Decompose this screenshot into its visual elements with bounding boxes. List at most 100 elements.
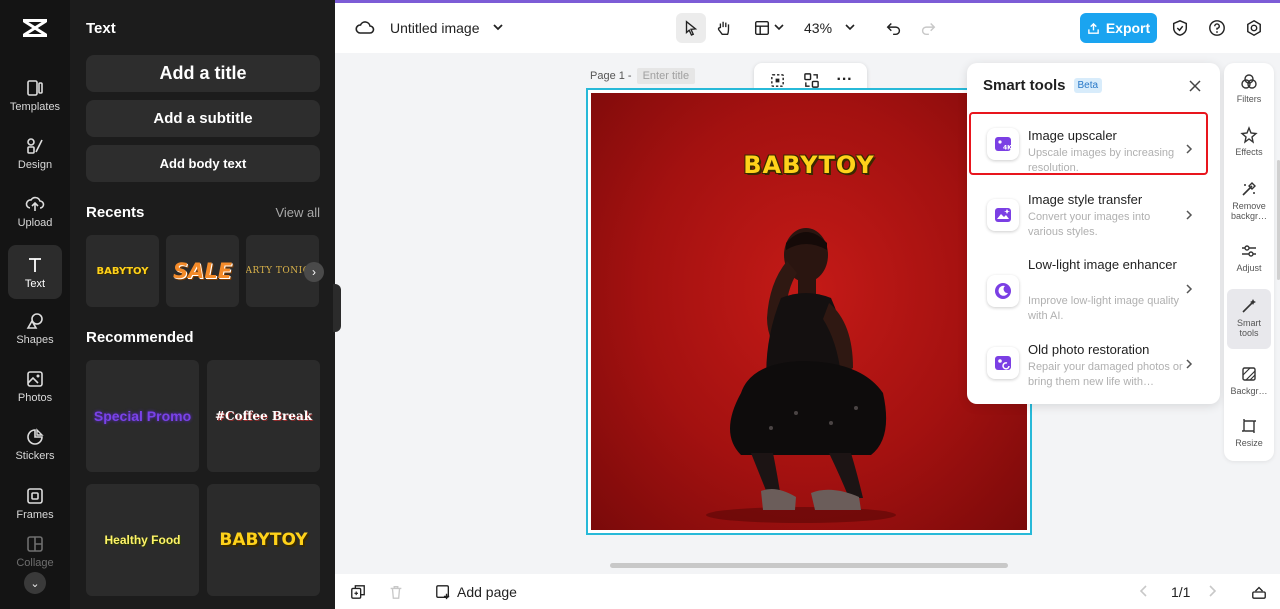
recent-text-sale[interactable]: SALE [166, 235, 239, 307]
templates-icon [27, 79, 43, 96]
tool-name: Low-light image enhancer [1028, 257, 1177, 272]
select-area-icon[interactable] [769, 72, 786, 89]
canvas-image[interactable]: BABYTOY [591, 93, 1027, 530]
rail-item-stickers[interactable]: Stickers [8, 417, 62, 471]
duplicate-page-icon[interactable] [349, 583, 367, 601]
recommended-label: Special Promo [93, 408, 192, 424]
layout-icon[interactable] [751, 17, 773, 39]
photo-restoration-icon [987, 347, 1019, 379]
select-tool-button[interactable] [676, 13, 706, 43]
chevron-down-icon[interactable] [844, 21, 856, 33]
document-title[interactable]: Untitled image [390, 20, 480, 36]
rail-item-collage[interactable]: Collage [8, 534, 62, 574]
zoom-level[interactable]: 43% [804, 20, 832, 36]
tool-description: Repair your damaged photos or bring them… [1028, 361, 1183, 388]
add-page-icon [436, 585, 450, 600]
tool-image-style-transfer[interactable]: Image style transfer Convert your images… [969, 181, 1208, 244]
rail-item-resize[interactable]: Resize [1227, 417, 1271, 448]
more-options-icon[interactable]: ··· [837, 71, 853, 89]
export-button[interactable]: Export [1080, 13, 1157, 43]
low-light-icon [987, 275, 1019, 307]
rail-item-adjust[interactable]: Adjust [1227, 242, 1271, 273]
photos-icon [27, 370, 43, 387]
delete-page-icon[interactable] [387, 583, 405, 601]
page-number-label: Page 1 - [590, 70, 632, 82]
rail-item-background[interactable]: Backgr… [1227, 365, 1271, 396]
style-transfer-icon [987, 199, 1019, 231]
upload-icon [25, 196, 45, 211]
export-label: Export [1105, 20, 1151, 36]
recent-label: SALE [172, 259, 233, 283]
hand-icon [717, 21, 730, 35]
shield-icon[interactable] [1170, 18, 1190, 38]
redo-icon[interactable] [918, 18, 938, 38]
cursor-icon [685, 20, 698, 36]
cloud-save-icon[interactable] [355, 18, 375, 38]
help-icon[interactable] [1207, 18, 1227, 38]
previous-page-icon[interactable] [1137, 584, 1151, 598]
panel-title: Text [86, 20, 116, 37]
next-page-icon[interactable] [1205, 584, 1219, 598]
recommended-healthy-food[interactable]: Healthy Food [86, 484, 199, 596]
chevron-down-icon[interactable] [491, 20, 505, 34]
page-title-input[interactable]: Enter title [636, 68, 696, 84]
tool-image-upscaler[interactable]: 4K Image upscaler Upscale images by incr… [969, 112, 1208, 175]
tool-description: Upscale images by increasing resolution. [1028, 147, 1175, 174]
recommended-label: BABYTOY [219, 530, 308, 550]
capcut-logo-icon[interactable] [21, 14, 49, 42]
recents-next-button[interactable]: › [304, 262, 324, 282]
view-all-link[interactable]: View all [275, 205, 320, 220]
rail-label: Collage [16, 557, 54, 569]
rail-item-frames[interactable]: Frames [8, 476, 62, 530]
background-icon [1242, 367, 1256, 381]
undo-icon[interactable] [884, 18, 904, 38]
rail-item-upload[interactable]: Upload [8, 184, 62, 238]
tool-low-light-enhancer[interactable]: Low-light image enhancer Improve low-lig… [969, 253, 1208, 325]
recommended-special-promo[interactable]: Special Promo [86, 360, 199, 472]
collage-icon [27, 536, 43, 552]
chevron-down-icon: ⌄ [30, 577, 40, 590]
rail-item-effects[interactable]: Effects [1227, 126, 1271, 157]
rail-label: Backgr… [1230, 386, 1268, 396]
artboard[interactable]: BABYTOY [586, 88, 1032, 535]
add-subtitle-button[interactable]: Add a subtitle [86, 100, 320, 137]
smart-tools-panel: Smart tools Beta 4K Image upscaler Upsca… [967, 63, 1220, 404]
rail-item-smart-tools[interactable]: Smart tools [1227, 289, 1271, 349]
left-nav-rail: Templates Design Upload Text Shapes Phot… [0, 0, 70, 609]
panel-collapse-handle[interactable] [333, 284, 341, 332]
rail-label: Stickers [15, 449, 55, 462]
tool-old-photo-restoration[interactable]: Old photo restoration Repair your damage… [969, 331, 1208, 394]
add-body-text-button[interactable]: Add body text [86, 145, 320, 182]
filters-icon [1241, 74, 1257, 89]
resize-icon [1242, 419, 1256, 433]
tool-description: Improve low-light image quality with AI. [1028, 295, 1180, 322]
replace-icon[interactable] [803, 72, 820, 89]
rail-label: Smart tools [1236, 318, 1261, 338]
rail-more-button[interactable]: ⌄ [24, 572, 46, 594]
text-icon [29, 257, 41, 272]
rail-item-templates[interactable]: Templates [8, 68, 62, 122]
recommended-babytoy[interactable]: BABYTOY [207, 484, 320, 596]
bottom-bar: Add page 1/1 [335, 574, 1280, 609]
rail-item-design[interactable]: Design [8, 126, 62, 180]
rail-item-remove-background[interactable]: Remove backgr… [1227, 180, 1271, 221]
stickers-icon [27, 427, 44, 445]
settings-gear-icon[interactable] [1244, 18, 1264, 38]
close-icon[interactable] [1188, 79, 1202, 93]
recommended-coffee-break[interactable]: #Coffee Break [207, 360, 320, 472]
rail-item-shapes[interactable]: Shapes [8, 301, 62, 355]
pages-panel-icon[interactable] [1250, 583, 1268, 601]
add-page-label: Add page [457, 584, 517, 600]
recent-text-babytoy[interactable]: BABYTOY [86, 235, 159, 307]
rail-label: Effects [1235, 147, 1263, 157]
rail-item-filters[interactable]: Filters [1227, 73, 1271, 104]
add-page-button[interactable]: Add page [435, 584, 517, 600]
rail-item-text[interactable]: Text [8, 245, 62, 299]
effects-icon [1240, 126, 1258, 144]
chevron-down-icon[interactable] [773, 21, 785, 33]
canvas-horizontal-scrollbar[interactable] [610, 563, 1008, 568]
hand-tool-button[interactable] [713, 17, 735, 39]
rail-item-photos[interactable]: Photos [8, 359, 62, 413]
add-title-button[interactable]: Add a title [86, 55, 320, 92]
recent-label: BABYTOY [96, 265, 149, 277]
